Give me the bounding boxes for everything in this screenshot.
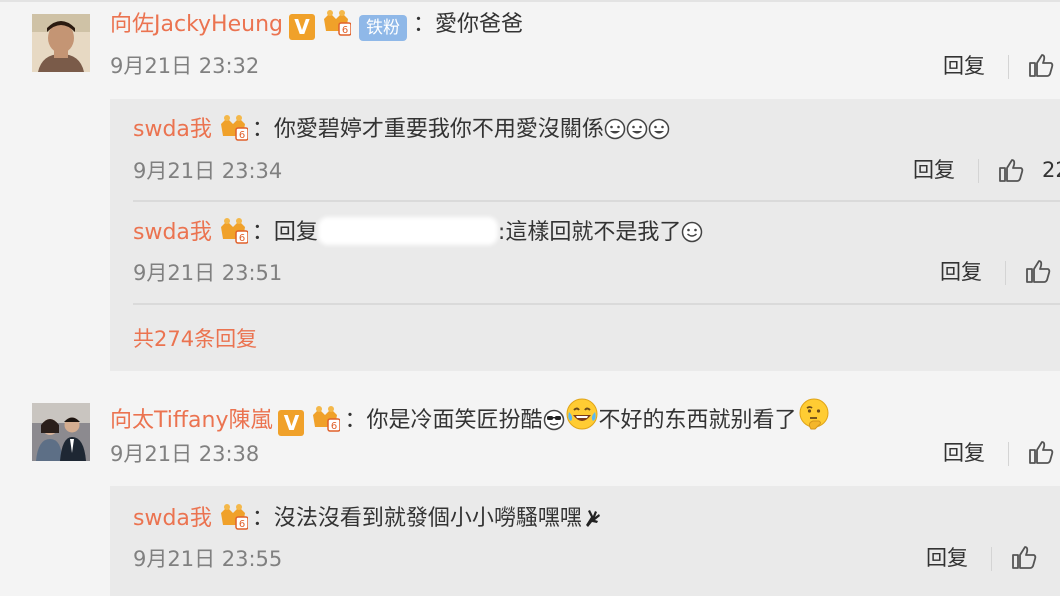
redacted-mention [317,217,498,245]
action-divider [978,159,979,183]
reply-time: 9月21日 23:51 [133,261,283,285]
vip-crown-icon[interactable]: 6 [218,503,249,540]
thinking-emoji-icon [797,397,831,440]
reply-button[interactable]: 回复 [943,439,985,467]
vip-crown-icon[interactable]: 6 [321,9,352,46]
comment-text: ：愛你爸爸 [412,12,523,37]
svg-text:6: 6 [342,25,348,36]
svg-text:6: 6 [239,233,245,244]
reply-time: 9月21日 23:34 [133,159,283,183]
more-replies-link[interactable]: 共274条回复 [133,325,257,353]
comment-time: 9月21日 23:32 [110,54,260,78]
thumbs-up-icon [1029,54,1054,77]
reply-button[interactable]: 回复 [913,156,955,184]
avatar[interactable] [32,14,90,72]
thumbs-up-icon [999,159,1024,182]
username[interactable]: 向佐JackyHeung [110,12,283,37]
username[interactable]: swda我 [133,117,212,142]
action-divider [1008,55,1009,79]
thumbs-up-icon [1029,441,1054,464]
like-button[interactable] [1028,439,1054,465]
comment-header: 向佐JackyHeung V 6 铁粉 ：愛你爸爸 [110,9,523,46]
top-divider [0,0,1060,2]
like-button[interactable]: 22 [998,156,1060,184]
grin-emoji-icon [626,118,648,149]
cool-emoji-icon [543,409,565,440]
ok-hand-icon [582,507,604,538]
grin-emoji-icon [604,118,626,149]
like-button[interactable] [1011,544,1037,570]
verified-v-icon[interactable]: V [278,410,305,436]
reply-button[interactable]: 回复 [943,52,985,80]
reply-header: swda我 6 ：沒法沒看到就發個小小嘮騷嘿嘿 [133,503,604,540]
vip-crown-icon[interactable]: 6 [218,217,249,254]
smile-emoji-icon [681,221,703,252]
action-divider [1008,442,1009,466]
reply-separator [133,200,1060,202]
vip-crown-icon[interactable]: 6 [310,405,342,442]
like-count: 22 [1042,158,1060,182]
comment-header: 向太Tiffany陳嵐 V 6 ：你是冷面笑匠扮酷 不好的东西就别看了 [110,397,831,442]
reply-header: swda我 6 ：回复 :這樣回就不是我了 [133,217,703,254]
reply-text: ：沒法沒看到就發個小小嘮騷嘿嘿 [251,506,582,531]
reply-text-suffix: :這樣回就不是我了 [497,220,682,245]
action-divider [991,547,992,571]
verified-v-icon[interactable]: V [288,14,315,40]
grin-emoji-icon [648,118,670,149]
reply-button[interactable]: 回复 [926,544,968,572]
reply-header: swda我 6 ：你愛碧婷才重要我你不用愛沒關係 [133,114,670,151]
svg-text:6: 6 [239,130,245,141]
reply-text-prefix: ：回复 [251,220,318,245]
username[interactable]: swda我 [133,220,212,245]
like-button[interactable] [1025,258,1051,284]
username[interactable]: 向太Tiffany陳嵐 [110,408,272,433]
avatar-image [32,403,90,461]
avatar-image [32,14,90,72]
reply-time: 9月21日 23:55 [133,547,283,571]
svg-text:6: 6 [331,421,337,432]
username[interactable]: swda我 [133,506,212,531]
action-divider [1005,261,1006,285]
like-button[interactable] [1028,52,1054,78]
comment-time: 9月21日 23:38 [110,442,260,466]
vip-crown-icon[interactable]: 6 [218,114,249,151]
comment-text: ：你是冷面笑匠扮酷 [344,408,543,433]
reply-separator [133,303,1060,305]
thumbs-up-icon [1026,260,1051,283]
thumbs-up-icon [1012,546,1037,569]
fan-badge[interactable]: 铁粉 [358,15,407,41]
reply-button[interactable]: 回复 [940,258,982,286]
laugh-cry-emoji-icon [565,397,599,440]
reply-text: ：你愛碧婷才重要我你不用愛沒關係 [251,117,604,142]
comment-text: 不好的东西就别看了 [598,408,797,433]
svg-text:6: 6 [239,519,245,530]
avatar[interactable] [32,403,90,461]
